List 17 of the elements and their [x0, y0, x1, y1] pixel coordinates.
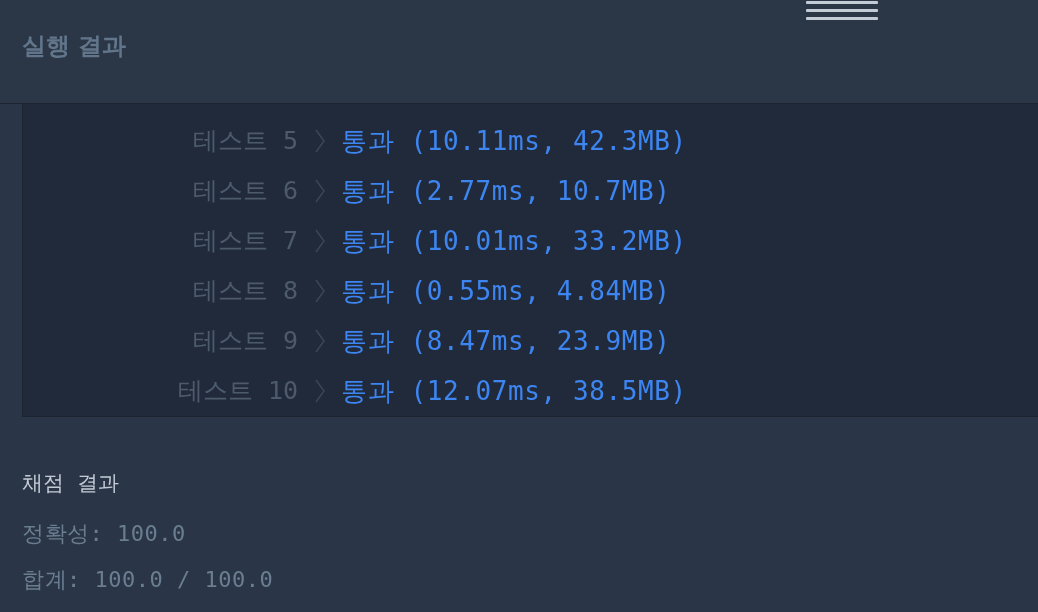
test-result: 통과 (12.07ms, 38.5MB)	[341, 374, 687, 408]
panel-title: 실행 결과	[22, 30, 127, 62]
section-title: 채점 결과	[22, 470, 119, 497]
chevron-right-icon	[315, 129, 325, 153]
score-line: 합계: 100.0 / 100.0	[22, 566, 274, 594]
score-line: 정확성: 100.0	[22, 520, 186, 548]
chevron-right-icon	[315, 279, 325, 303]
grip-lines-icon[interactable]	[806, 1, 878, 21]
test-result: 통과 (0.55ms, 4.84MB)	[341, 274, 671, 308]
chevron-right-icon	[315, 379, 325, 403]
test-result: 통과 (2.77ms, 10.7MB)	[341, 174, 671, 208]
chevron-right-icon	[315, 179, 325, 203]
test-result: 통과 (10.11ms, 42.3MB)	[341, 124, 687, 158]
chevron-right-icon	[315, 329, 325, 353]
chevron-right-icon	[315, 229, 325, 253]
test-result: 통과 (8.47ms, 23.9MB)	[341, 324, 671, 358]
test-result: 통과 (10.01ms, 33.2MB)	[341, 224, 687, 258]
